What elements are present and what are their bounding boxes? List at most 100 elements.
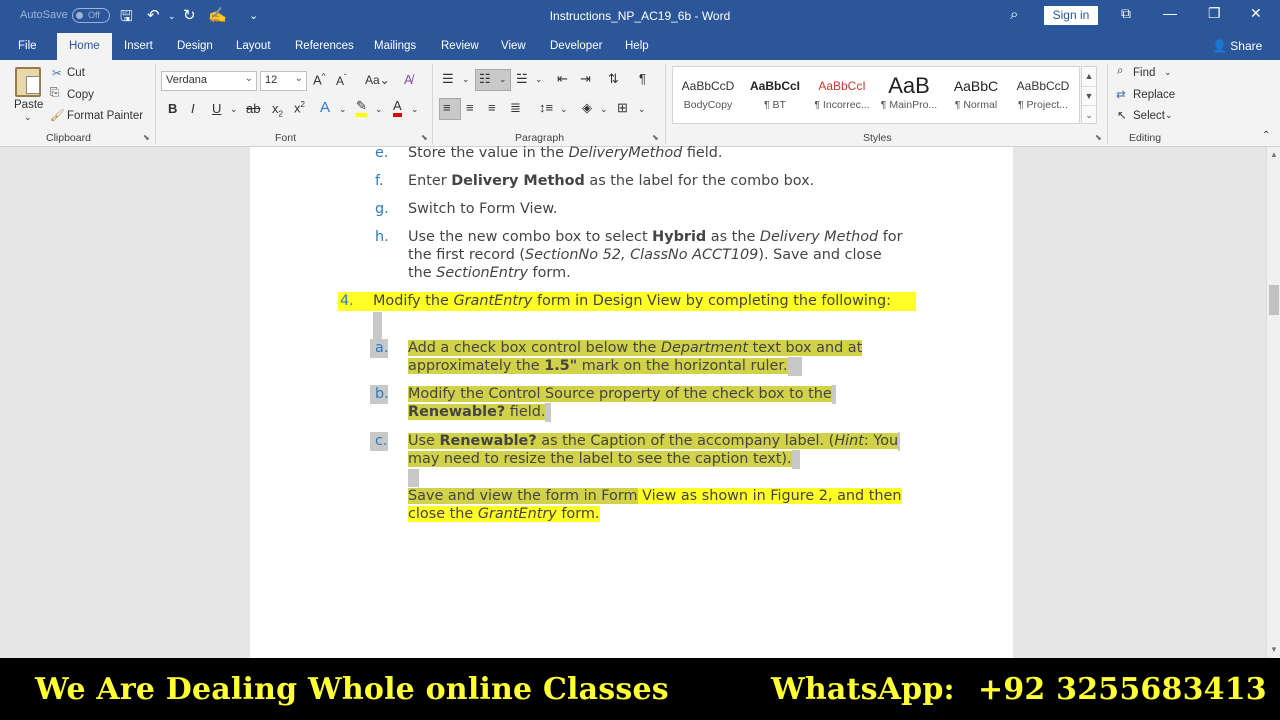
scroll-up-icon[interactable]: ▲	[1082, 67, 1096, 86]
shrink-font-icon[interactable]: Aˇ	[336, 73, 347, 88]
decrease-indent-icon[interactable]: ⇤	[557, 71, 568, 87]
minimize-icon[interactable]: —	[1163, 5, 1177, 21]
style-bodycopy[interactable]: AaBbCcD BodyCopy	[675, 73, 741, 111]
bullets-dropdown-icon[interactable]: ⌄	[462, 74, 470, 85]
copy-button[interactable]: Copy	[67, 89, 94, 101]
shading-dropdown-icon[interactable]: ⌄	[600, 104, 608, 115]
line-spacing-dropdown-icon[interactable]: ⌄	[560, 104, 568, 115]
numbering-icon[interactable]: ☷	[479, 71, 491, 87]
line-spacing-icon[interactable]: ↕≡	[539, 100, 553, 115]
document-page[interactable]: e. Store the value in the DeliveryMethod…	[250, 145, 1013, 658]
tab-home[interactable]: Home	[57, 33, 112, 60]
numbering-dropdown-icon[interactable]: ⌄	[499, 74, 507, 85]
text: : You	[863, 433, 899, 449]
collapse-ribbon-icon[interactable]: ⌃	[1262, 130, 1270, 141]
underline-dropdown-icon[interactable]: ⌄	[230, 104, 238, 115]
scroll-down-arrow-icon[interactable]: ▼	[1270, 645, 1278, 654]
align-left-icon[interactable]: ≡	[443, 100, 451, 115]
highlight-color-icon[interactable]: ✎	[356, 99, 367, 117]
highlighted-text: Modify the Control Source property of th…	[408, 386, 832, 402]
replace-icon[interactable]: ⇄	[1116, 87, 1126, 101]
strikethrough-icon[interactable]: ab	[246, 101, 260, 116]
more-styles-icon[interactable]: ⌄	[1082, 105, 1096, 123]
style-bt[interactable]: AaBbCcI ¶ BT	[742, 73, 808, 111]
tab-references[interactable]: References	[295, 40, 354, 52]
search-icon[interactable]: ⌕	[1010, 6, 1018, 23]
tab-insert[interactable]: Insert	[124, 40, 153, 52]
tab-developer[interactable]: Developer	[550, 40, 602, 52]
vertical-scrollbar[interactable]: ▲ ▼	[1266, 147, 1280, 658]
paste-dropdown-icon[interactable]: ⌄	[24, 112, 32, 123]
font-color-icon[interactable]: A	[393, 98, 402, 117]
borders-icon[interactable]: ⊞	[617, 100, 628, 116]
paragraph-launcher-icon[interactable]: ⬊	[652, 133, 659, 142]
underline-icon[interactable]: U	[212, 101, 221, 116]
tab-help[interactable]: Help	[625, 40, 649, 52]
font-size-select[interactable]: 12 ⌄	[260, 71, 307, 91]
text-effects-dropdown-icon[interactable]: ⌄	[339, 104, 347, 115]
tab-view[interactable]: View	[501, 40, 526, 52]
format-painter-button[interactable]: Format Painter	[67, 110, 143, 122]
styles-scroll[interactable]: ▲ ▼ ⌄	[1081, 66, 1097, 124]
show-formatting-marks-icon[interactable]: ¶	[639, 71, 646, 86]
tab-mailings[interactable]: Mailings	[374, 40, 416, 52]
restore-icon[interactable]: ❐	[1208, 5, 1221, 22]
tab-layout[interactable]: Layout	[236, 40, 271, 52]
select-dropdown-icon[interactable]: ⌄	[1165, 110, 1173, 121]
scroll-down-icon[interactable]: ▼	[1082, 86, 1096, 105]
ribbon-display-options-icon[interactable]: ⧉	[1121, 5, 1131, 22]
scroll-thumb[interactable]	[1269, 285, 1279, 315]
style-project[interactable]: AaBbCcD ¶ Project...	[1010, 73, 1076, 111]
sign-in-button[interactable]: Sign in	[1044, 6, 1098, 25]
text-effects-icon[interactable]: A	[320, 99, 330, 116]
list-item: Use Renewable? as the Caption of the acc…	[408, 432, 901, 451]
tab-review[interactable]: Review	[441, 40, 479, 52]
align-center-icon[interactable]: ≡	[466, 100, 474, 115]
cut-button[interactable]: Cut	[67, 67, 85, 79]
change-case-icon[interactable]: Aa⌄	[365, 73, 390, 87]
grow-font-icon[interactable]: A^	[313, 72, 325, 87]
find-button[interactable]: Find	[1133, 67, 1155, 79]
style-mainpro[interactable]: AaB ¶ MainPro...	[876, 73, 942, 111]
italic-icon[interactable]: I	[191, 101, 195, 116]
multilevel-list-icon[interactable]: ☱	[516, 71, 528, 87]
select-button[interactable]: Select	[1133, 110, 1165, 122]
clipboard-launcher-icon[interactable]: ⬊	[143, 133, 150, 142]
selection-tail	[791, 450, 800, 469]
bold-icon[interactable]: B	[168, 101, 177, 116]
find-icon[interactable]: ⌕	[1117, 65, 1123, 78]
font-family-select[interactable]: Verdana ⌄	[161, 71, 257, 91]
align-right-icon[interactable]: ≡	[488, 100, 496, 115]
superscript-icon[interactable]: x2	[294, 100, 305, 115]
paste-button[interactable]: Paste	[14, 99, 43, 111]
highlight-dropdown-icon[interactable]: ⌄	[375, 104, 383, 115]
styles-launcher-icon[interactable]: ⬊	[1095, 133, 1102, 142]
tab-file[interactable]: File	[18, 40, 37, 52]
format-painter-icon[interactable]: 🖌	[50, 108, 65, 122]
font-color-dropdown-icon[interactable]: ⌄	[411, 104, 419, 115]
style-normal[interactable]: AaBbC ¶ Normal	[943, 73, 1009, 111]
clear-formatting-icon[interactable]: A̸	[404, 72, 413, 87]
find-dropdown-icon[interactable]: ⌄	[1164, 67, 1172, 78]
cut-icon[interactable]: ✂	[52, 66, 62, 80]
share-button[interactable]: 👤 Share	[1212, 39, 1262, 53]
borders-dropdown-icon[interactable]: ⌄	[638, 104, 646, 115]
font-launcher-icon[interactable]: ⬊	[421, 133, 428, 142]
paste-icon[interactable]	[15, 67, 41, 97]
shading-icon[interactable]: ◈	[582, 100, 592, 116]
close-icon[interactable]: ✕	[1250, 5, 1262, 22]
scroll-up-arrow-icon[interactable]: ▲	[1270, 150, 1278, 159]
increase-indent-icon[interactable]: ⇥	[580, 71, 591, 87]
list-item-continuation: the SectionEntry form.	[408, 264, 571, 283]
bullets-icon[interactable]: ☰	[442, 71, 454, 87]
multilevel-dropdown-icon[interactable]: ⌄	[535, 74, 543, 85]
copy-icon[interactable]: ⎘	[50, 87, 59, 100]
justify-icon[interactable]: ≣	[510, 100, 521, 116]
replace-button[interactable]: Replace	[1133, 89, 1175, 101]
subscript-icon[interactable]: x2	[272, 101, 283, 119]
font-size-value: 12	[265, 74, 278, 86]
tab-design[interactable]: Design	[177, 40, 213, 52]
select-icon[interactable]: ↖	[1117, 108, 1127, 122]
sort-icon[interactable]: ⇅	[608, 71, 619, 87]
style-incorrect[interactable]: AaBbCcI ¶ Incorrec...	[809, 73, 875, 111]
